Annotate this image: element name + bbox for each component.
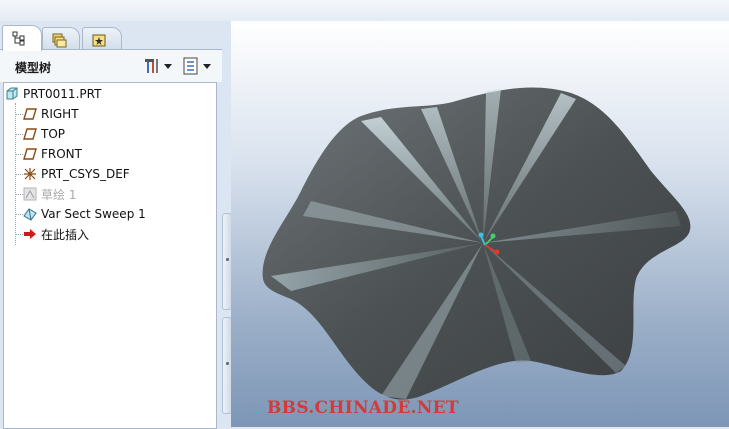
tree-node-sweep[interactable]: Var Sect Sweep 1	[23, 204, 146, 224]
top-toolbar-strip	[0, 0, 729, 22]
part-icon	[6, 87, 18, 100]
sweep-feature-icon	[23, 208, 37, 221]
tab-model-tree[interactable]	[2, 25, 42, 51]
tree-node-label: 草绘 1	[41, 187, 77, 202]
tree-connector	[16, 194, 23, 195]
tree-connector	[16, 234, 23, 235]
tools-icon	[145, 59, 158, 73]
datum-plane-icon	[23, 128, 37, 140]
tree-node-label: 在此插入	[41, 227, 90, 242]
swept-surface-shape	[262, 87, 691, 400]
tree-node-right[interactable]: RIGHT	[23, 104, 79, 124]
tree-connector	[16, 174, 23, 175]
chevron-down-icon	[203, 63, 211, 69]
favorites-icon	[92, 34, 106, 47]
insert-here-arrow-icon	[24, 229, 36, 239]
tab-folder-browser[interactable]	[42, 27, 80, 50]
tab-favorites[interactable]	[82, 27, 122, 50]
tree-node-sketch[interactable]: 草绘 1	[23, 184, 76, 204]
tree-connector	[16, 154, 23, 155]
grip-dot	[226, 258, 229, 261]
navigator-panel: 模型树 PRT0011.PRT RIGHT TOP FRONT PRT_CSYS…	[0, 21, 231, 429]
tree-connector	[16, 114, 23, 115]
tree-node-label: Var Sect Sweep 1	[41, 207, 146, 221]
watermark-text: BBS.CHINADE.NET	[267, 398, 459, 418]
grip-dot	[226, 362, 229, 365]
navigator-tabs	[0, 25, 231, 51]
model-render	[262, 87, 691, 400]
chevron-down-icon	[164, 63, 172, 69]
panel-splitter[interactable]	[222, 50, 232, 427]
list-settings-icon	[183, 57, 198, 75]
tree-node-insert-here[interactable]: 在此插入	[23, 224, 89, 244]
datum-plane-icon	[23, 108, 37, 120]
tree-connector	[16, 134, 23, 135]
folder-icon	[52, 33, 67, 48]
tree-root-node[interactable]: PRT0011.PRT	[5, 84, 101, 104]
model-tree: PRT0011.PRT RIGHT TOP FRONT PRT_CSYS_DEF…	[3, 82, 217, 429]
graphics-viewport[interactable]: BBS.CHINADE.NET	[231, 21, 729, 427]
tree-node-label: TOP	[41, 127, 66, 141]
model-tree-header: 模型树	[0, 50, 222, 82]
sketch-icon	[23, 187, 37, 201]
tree-connector	[16, 214, 23, 215]
model-tree-icon	[12, 31, 25, 46]
model-tree-title: 模型树	[15, 61, 52, 75]
tree-node-label: RIGHT	[41, 107, 79, 121]
tree-node-front[interactable]: FRONT	[23, 144, 82, 164]
tree-node-csys[interactable]: PRT_CSYS_DEF	[23, 164, 130, 184]
settings-tool-button[interactable]	[143, 56, 172, 76]
datum-plane-icon	[23, 148, 37, 160]
tree-node-top[interactable]: TOP	[23, 124, 65, 144]
tree-node-label: PRT_CSYS_DEF	[41, 167, 130, 181]
show-tool-button[interactable]	[182, 56, 211, 76]
tree-node-label: PRT0011.PRT	[23, 87, 102, 101]
tree-node-label: FRONT	[41, 147, 82, 161]
coordinate-system-icon	[24, 168, 36, 180]
